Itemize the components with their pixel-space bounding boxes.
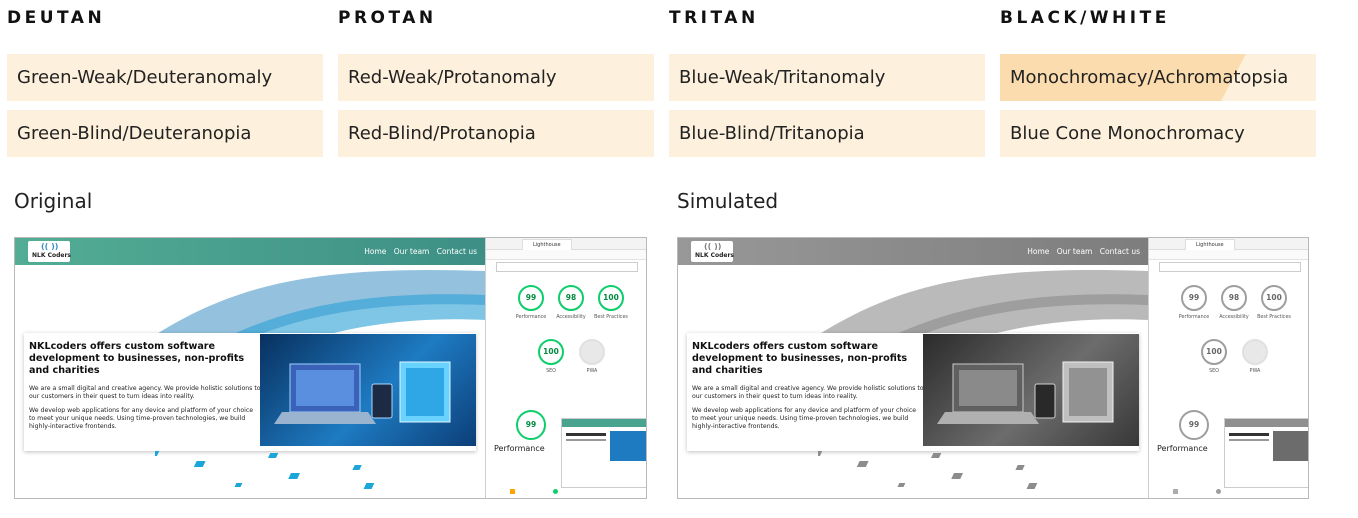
logo-icon: (( ))	[41, 242, 59, 251]
hero-para-1: We are a small digital and creative agen…	[29, 385, 261, 400]
site-navbar: (( )) NLK Coders Home Our team Contact u…	[15, 238, 485, 265]
gauge-label-best-practices-simulated: Best Practices	[1257, 315, 1291, 320]
lighthouse-panel-simulated: Lighthouse 99 98 100 Performance Accessi…	[1148, 238, 1308, 498]
gauge-performance-large: 99	[516, 410, 546, 440]
simulated-label: Simulated	[677, 189, 779, 213]
hero-card: NKLcoders offers custom software develop…	[24, 333, 476, 451]
hero-card-simulated: NKLcoders offers custom software develop…	[687, 333, 1139, 451]
devtools-tabbar-simulated: Lighthouse	[1149, 238, 1308, 250]
option-protanomaly[interactable]: Red-Weak/Protanomaly	[338, 54, 654, 101]
logo-text: NLK Coders	[32, 252, 72, 259]
page-thumbnail	[561, 418, 646, 488]
logo-icon-simulated: (( ))	[704, 242, 722, 251]
hero-headline-simulated: NKLcoders offers custom software develop…	[692, 341, 908, 376]
gauge-label-performance-simulated: Performance	[1178, 315, 1210, 320]
nlk-logo: (( )) NLK Coders	[28, 241, 72, 262]
option-deuteranopia[interactable]: Green-Blind/Deuteranopia	[7, 110, 323, 157]
devtools-tabbar: Lighthouse	[486, 238, 646, 250]
simulated-screenshot: (( )) NLK Coders Home Our team Contact u…	[677, 237, 1309, 499]
option-protanopia[interactable]: Red-Blind/Protanopia	[338, 110, 654, 157]
hero-headline: NKLcoders offers custom software develop…	[29, 341, 245, 376]
dots-graphic	[155, 451, 375, 489]
original-label: Original	[14, 189, 93, 213]
gauge-performance-large-simulated: 99	[1179, 410, 1209, 440]
devtools-url-field[interactable]	[496, 262, 638, 272]
gauge-label-seo-simulated: SEO	[1209, 369, 1219, 374]
page-thumbnail-simulated	[1224, 418, 1308, 488]
gauge-label-best-practices: Best Practices	[594, 315, 628, 320]
site-nav-links-simulated: Home Our team Contact us	[1022, 247, 1140, 256]
website-preview: (( )) NLK Coders Home Our team Contact u…	[15, 238, 485, 498]
group-title-black-white: BLACK/WHITE	[1000, 8, 1170, 28]
nlk-logo-simulated: (( )) NLK Coders	[691, 241, 735, 262]
gauge-pwa-simulated	[1242, 339, 1268, 365]
nav-home[interactable]: Home	[364, 247, 386, 256]
gauge-label-seo: SEO	[546, 369, 556, 374]
option-blue-cone-monochromacy[interactable]: Blue Cone Monochromacy	[1000, 110, 1316, 157]
lighthouse-tab-simulated[interactable]: Lighthouse	[1185, 239, 1235, 250]
devtools-subbar	[486, 250, 646, 260]
nav-contact[interactable]: Contact us	[437, 247, 477, 256]
performance-heading-simulated: Performance	[1157, 444, 1208, 453]
group-title-tritan: TRITAN	[669, 8, 759, 28]
lighthouse-tab[interactable]: Lighthouse	[522, 239, 572, 250]
gauge-label-accessibility-simulated: Accessibility	[1219, 315, 1249, 320]
dots-graphic-simulated	[818, 451, 1038, 489]
gauge-label-pwa: PWA	[586, 369, 598, 374]
gauge-best-practices-simulated: 100	[1261, 285, 1287, 311]
site-nav-links: Home Our team Contact us	[359, 247, 477, 256]
nav-contact-simulated[interactable]: Contact us	[1100, 247, 1140, 256]
gauge-performance: 99	[518, 285, 544, 311]
devtools-url-field-simulated[interactable]	[1159, 262, 1301, 272]
option-tritanopia[interactable]: Blue-Blind/Tritanopia	[669, 110, 985, 157]
group-title-protan: PROTAN	[338, 8, 437, 28]
nav-home-simulated[interactable]: Home	[1027, 247, 1049, 256]
lighthouse-panel: Lighthouse 99 98 100 Performance Accessi…	[485, 238, 646, 498]
gauge-label-accessibility: Accessibility	[556, 315, 586, 320]
gauge-label-pwa-simulated: PWA	[1249, 369, 1261, 374]
performance-heading: Performance	[494, 444, 545, 453]
group-title-deutan: DEUTAN	[7, 8, 106, 28]
gauge-label-performance: Performance	[515, 315, 547, 320]
devices-image-simulated	[923, 334, 1139, 446]
gauge-seo: 100	[538, 339, 564, 365]
website-preview-simulated: (( )) NLK Coders Home Our team Contact u…	[678, 238, 1148, 498]
hero-para-2: We develop web applications for any devi…	[29, 407, 254, 430]
hero-para-2-simulated: We develop web applications for any devi…	[692, 407, 917, 430]
option-deuteranomaly[interactable]: Green-Weak/Deuteranomaly	[7, 54, 323, 101]
nav-our-team-simulated[interactable]: Our team	[1057, 247, 1093, 256]
hero-para-1-simulated: We are a small digital and creative agen…	[692, 385, 924, 400]
gauge-best-practices: 100	[598, 285, 624, 311]
original-screenshot: (( )) NLK Coders Home Our team Contact u…	[14, 237, 647, 499]
devtools-footer	[486, 489, 646, 496]
gauge-pwa	[579, 339, 605, 365]
devices-image	[260, 334, 476, 446]
devtools-footer-simulated	[1149, 489, 1308, 496]
gauge-accessibility: 98	[558, 285, 584, 311]
devtools-subbar-simulated	[1149, 250, 1308, 260]
logo-text-simulated: NLK Coders	[695, 252, 735, 259]
option-tritanomaly[interactable]: Blue-Weak/Tritanomaly	[669, 54, 985, 101]
site-navbar-simulated: (( )) NLK Coders Home Our team Contact u…	[678, 238, 1148, 265]
nav-our-team[interactable]: Our team	[394, 247, 430, 256]
option-achromatopsia[interactable]: Monochromacy/Achromatopsia	[1000, 54, 1316, 101]
gauge-seo-simulated: 100	[1201, 339, 1227, 365]
gauge-performance-simulated: 99	[1181, 285, 1207, 311]
gauge-accessibility-simulated: 98	[1221, 285, 1247, 311]
